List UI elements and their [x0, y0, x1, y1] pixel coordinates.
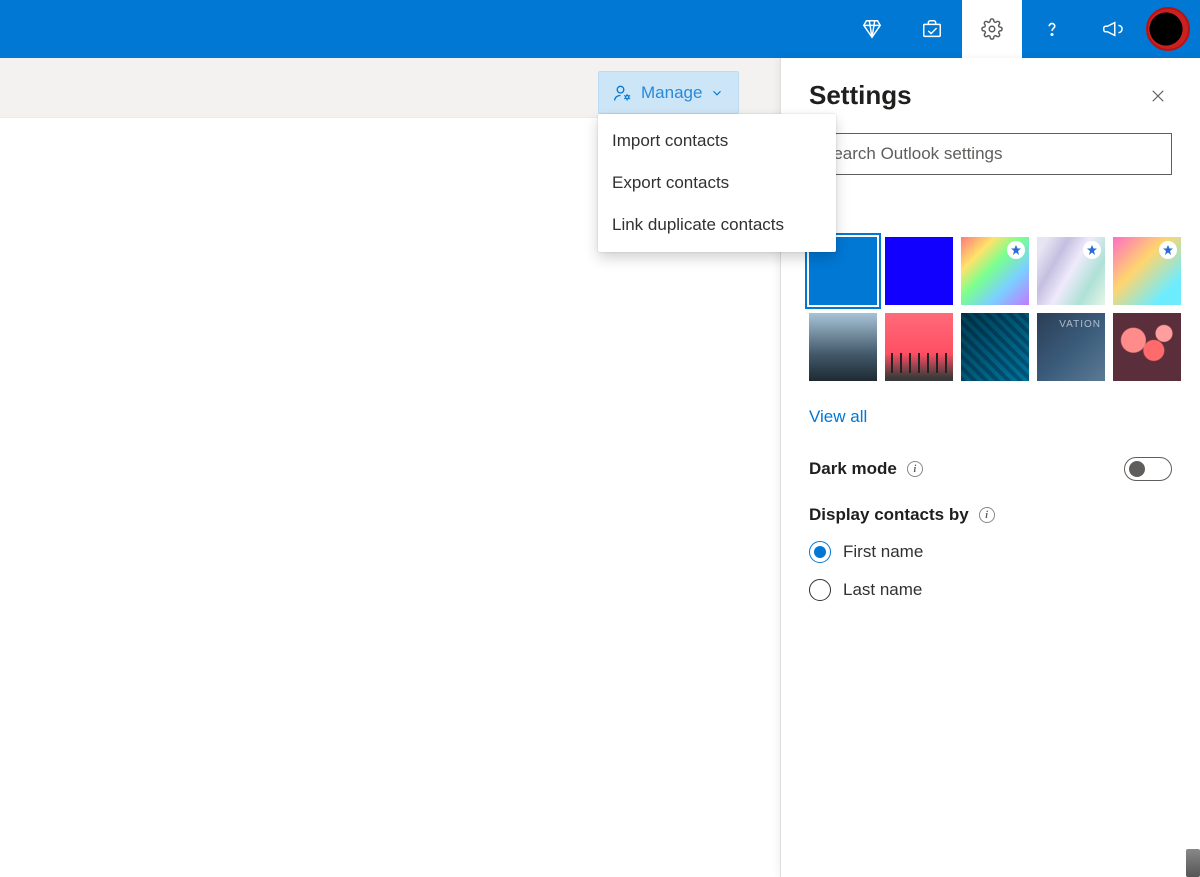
theme-tile-circuit[interactable]	[961, 313, 1029, 381]
theme-tile-unicorn[interactable]	[1113, 237, 1181, 305]
info-icon[interactable]: i	[907, 461, 923, 477]
diamond-icon	[861, 18, 883, 40]
theme-grid	[809, 237, 1172, 381]
theme-tile-vation[interactable]	[1037, 313, 1105, 381]
settings-button[interactable]	[962, 0, 1022, 58]
avatar[interactable]	[1146, 7, 1190, 51]
theme-tile-mountain[interactable]	[809, 313, 877, 381]
search-settings-input[interactable]	[809, 133, 1172, 175]
theme-tile-rainbow[interactable]	[961, 237, 1029, 305]
export-contacts-item[interactable]: Export contacts	[598, 162, 836, 204]
topbar	[0, 0, 1200, 58]
radio-first-name[interactable]: First name	[809, 533, 1172, 571]
briefcase-check-icon	[921, 18, 943, 40]
radio-input	[809, 579, 831, 601]
help-button[interactable]	[1022, 0, 1082, 58]
feedback-button[interactable]	[1082, 0, 1142, 58]
manage-button[interactable]: Manage	[598, 71, 739, 114]
radio-last-name[interactable]: Last name	[809, 571, 1172, 609]
view-all-themes-link[interactable]: View all	[809, 407, 867, 427]
dark-mode-toggle[interactable]	[1124, 457, 1172, 481]
theme-tile-sunset-palms[interactable]	[885, 313, 953, 381]
person-gear-icon	[613, 83, 633, 103]
help-icon	[1041, 18, 1063, 40]
display-contacts-label: Display contacts by i	[809, 505, 1172, 525]
close-settings-button[interactable]	[1144, 82, 1172, 110]
manage-label: Manage	[641, 83, 702, 103]
radio-label: Last name	[843, 580, 922, 600]
dark-mode-label: Dark mode i	[809, 459, 923, 479]
dark-mode-text: Dark mode	[809, 459, 897, 479]
radio-input	[809, 541, 831, 563]
settings-panel: Settings e	[780, 58, 1200, 877]
theme-tile-bokeh-red[interactable]	[1113, 313, 1181, 381]
import-contacts-item[interactable]: Import contacts	[598, 120, 836, 162]
radio-label: First name	[843, 542, 923, 562]
close-icon	[1149, 87, 1167, 105]
scrollbar-thumb[interactable]	[1186, 849, 1200, 877]
manage-dropdown: Import contacts Export contacts Link dup…	[598, 114, 836, 252]
settings-title: Settings	[809, 80, 912, 111]
premium-diamond-button[interactable]	[842, 0, 902, 58]
whats-new-button[interactable]	[902, 0, 962, 58]
premium-badge-icon	[1159, 241, 1177, 259]
megaphone-icon	[1101, 18, 1123, 40]
theme-section-label: e	[809, 203, 1172, 225]
display-contacts-radio-group: First name Last name	[809, 533, 1172, 609]
theme-tile-blue-bright[interactable]	[885, 237, 953, 305]
chevron-down-icon	[710, 86, 724, 100]
display-contacts-text: Display contacts by	[809, 505, 969, 525]
link-duplicate-contacts-item[interactable]: Link duplicate contacts	[598, 204, 836, 246]
gear-icon	[981, 18, 1003, 40]
info-icon[interactable]: i	[979, 507, 995, 523]
theme-tile-ribbons[interactable]	[1037, 237, 1105, 305]
premium-badge-icon	[1007, 241, 1025, 259]
toggle-knob	[1129, 461, 1145, 477]
premium-badge-icon	[1083, 241, 1101, 259]
